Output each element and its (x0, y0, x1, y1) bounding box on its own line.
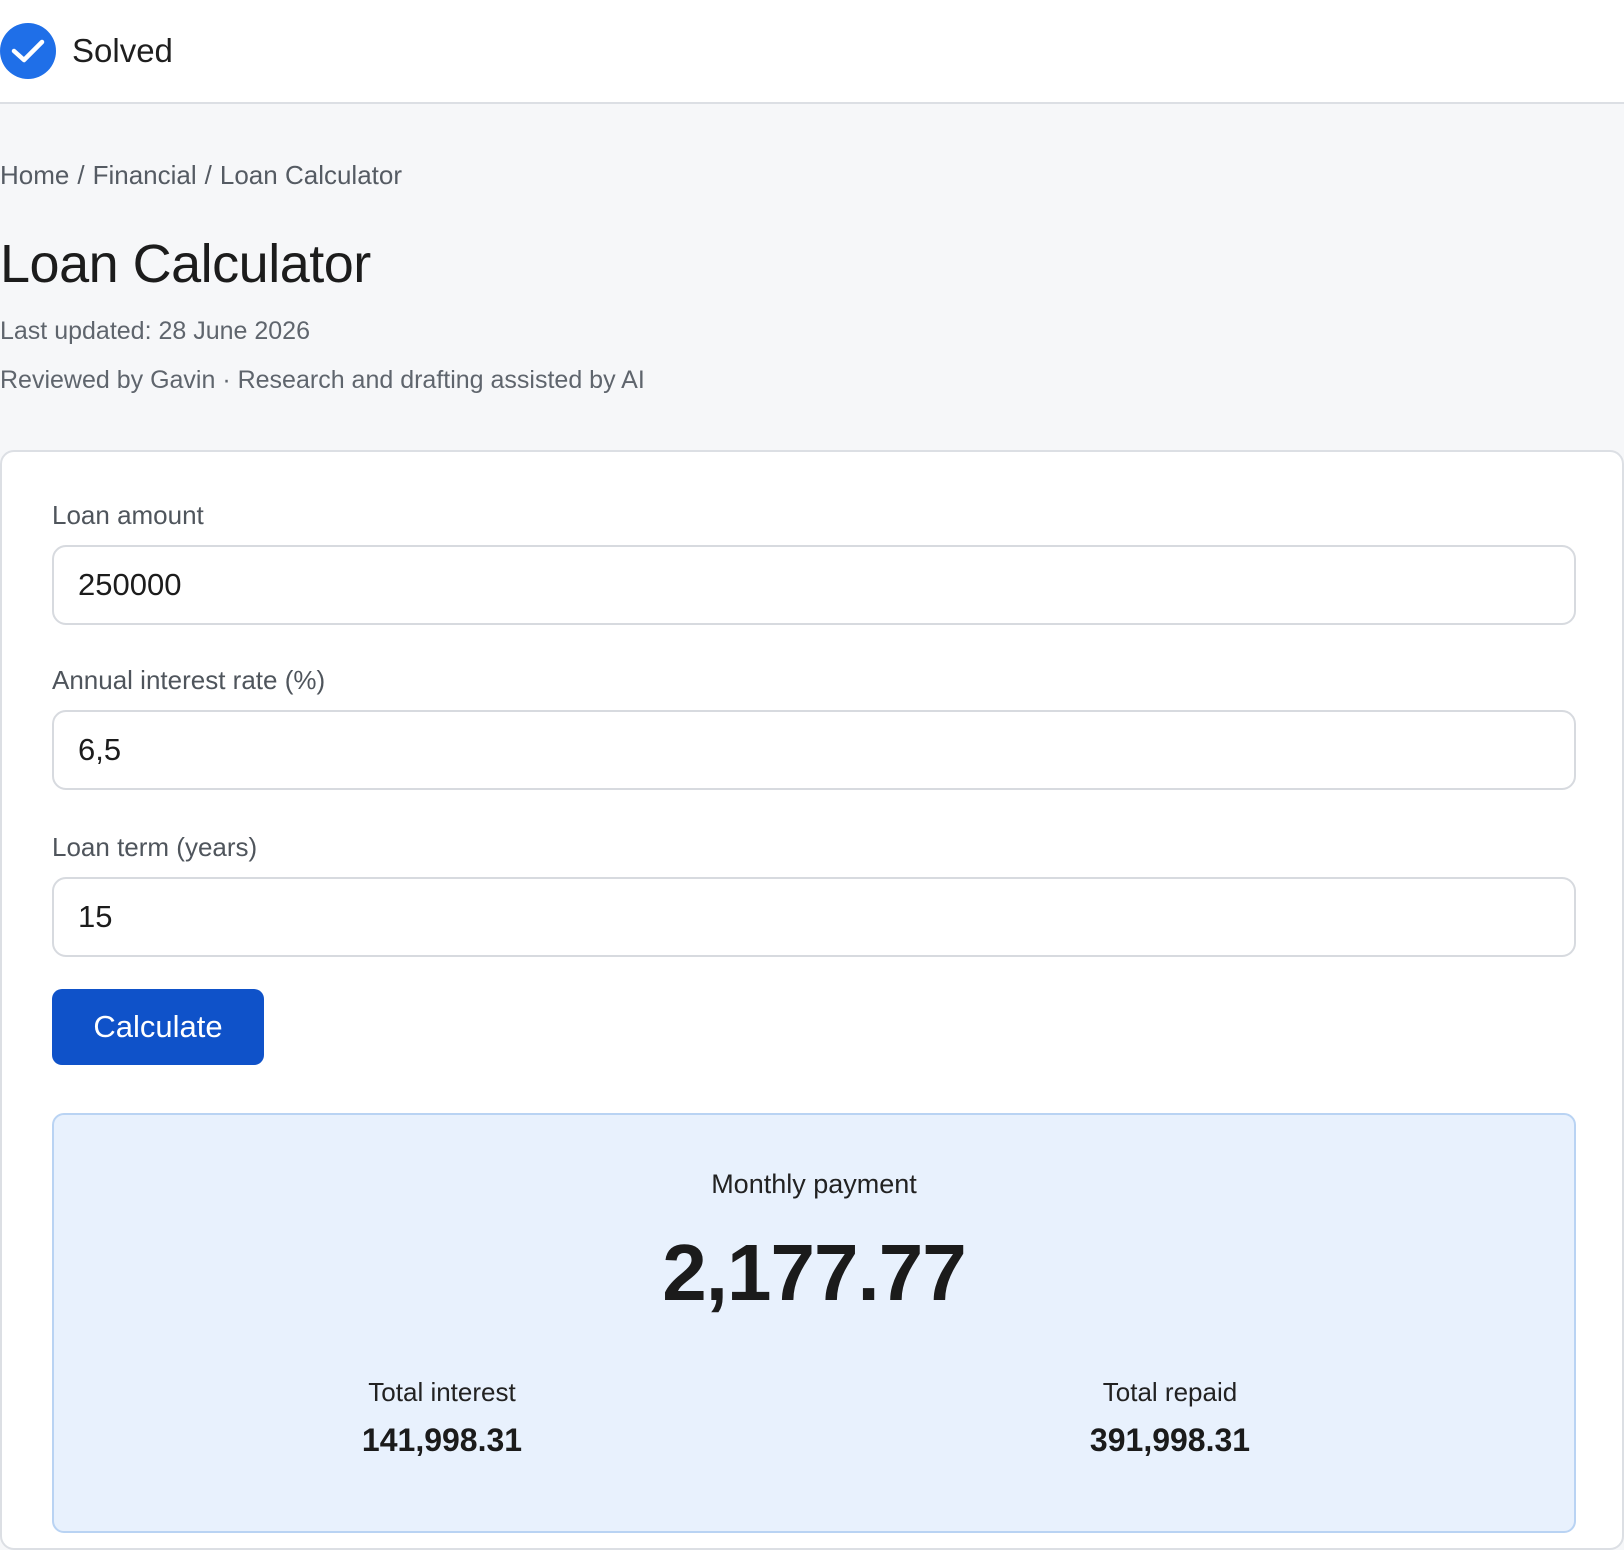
breadcrumb-separator: / (204, 160, 212, 190)
result-panel: Monthly payment 2,177.77 Total interest … (52, 1113, 1576, 1533)
monthly-payment-label: Monthly payment (711, 1169, 917, 1199)
loan-amount-input[interactable] (52, 545, 1576, 625)
total-interest-value: 141,998.31 (361, 1422, 523, 1458)
page-title: Loan Calculator (0, 234, 371, 294)
total-repaid-value: 391,998.31 (1089, 1422, 1251, 1458)
loan-amount-label: Loan amount (52, 500, 204, 530)
breadcrumb-home[interactable]: Home (0, 160, 69, 191)
loan-amount-field: Loan amount (52, 500, 1576, 625)
breadcrumb-financial[interactable]: Financial (93, 160, 197, 191)
total-repaid-label: Total repaid (1102, 1377, 1238, 1407)
calculator-card: Loan amount Annual interest rate (%) Loa… (0, 450, 1624, 1550)
last-updated: Last updated: 28 June 2026 (0, 317, 310, 345)
top-bar: Solved (0, 0, 1624, 104)
breadcrumb-current: Loan Calculator (219, 160, 403, 190)
check-circle-icon (0, 23, 56, 79)
page-header: Home / Financial / Loan Calculator Loan … (0, 160, 1624, 395)
breadcrumb-separator: / (77, 160, 85, 190)
breadcrumb: Home / Financial / Loan Calculator (0, 160, 1624, 191)
total-interest-label: Total interest (368, 1377, 516, 1407)
total-interest: Total interest 141,998.31 (282, 1377, 602, 1459)
interest-rate-input[interactable] (52, 710, 1576, 790)
monthly-payment-value: 2,177.77 (662, 1228, 966, 1317)
loan-term-input[interactable] (52, 877, 1576, 957)
status-label: Solved (72, 32, 173, 69)
loan-term-field: Loan term (years) (52, 832, 1576, 957)
calculate-button[interactable]: Calculate (52, 989, 264, 1065)
total-repaid: Total repaid 391,998.31 (1010, 1377, 1330, 1459)
credits: Reviewed by Gavin · Research and draftin… (0, 366, 645, 394)
interest-rate-label: Annual interest rate (%) (52, 665, 326, 695)
loan-term-label: Loan term (years) (52, 832, 258, 862)
interest-rate-field: Annual interest rate (%) (52, 665, 1576, 790)
